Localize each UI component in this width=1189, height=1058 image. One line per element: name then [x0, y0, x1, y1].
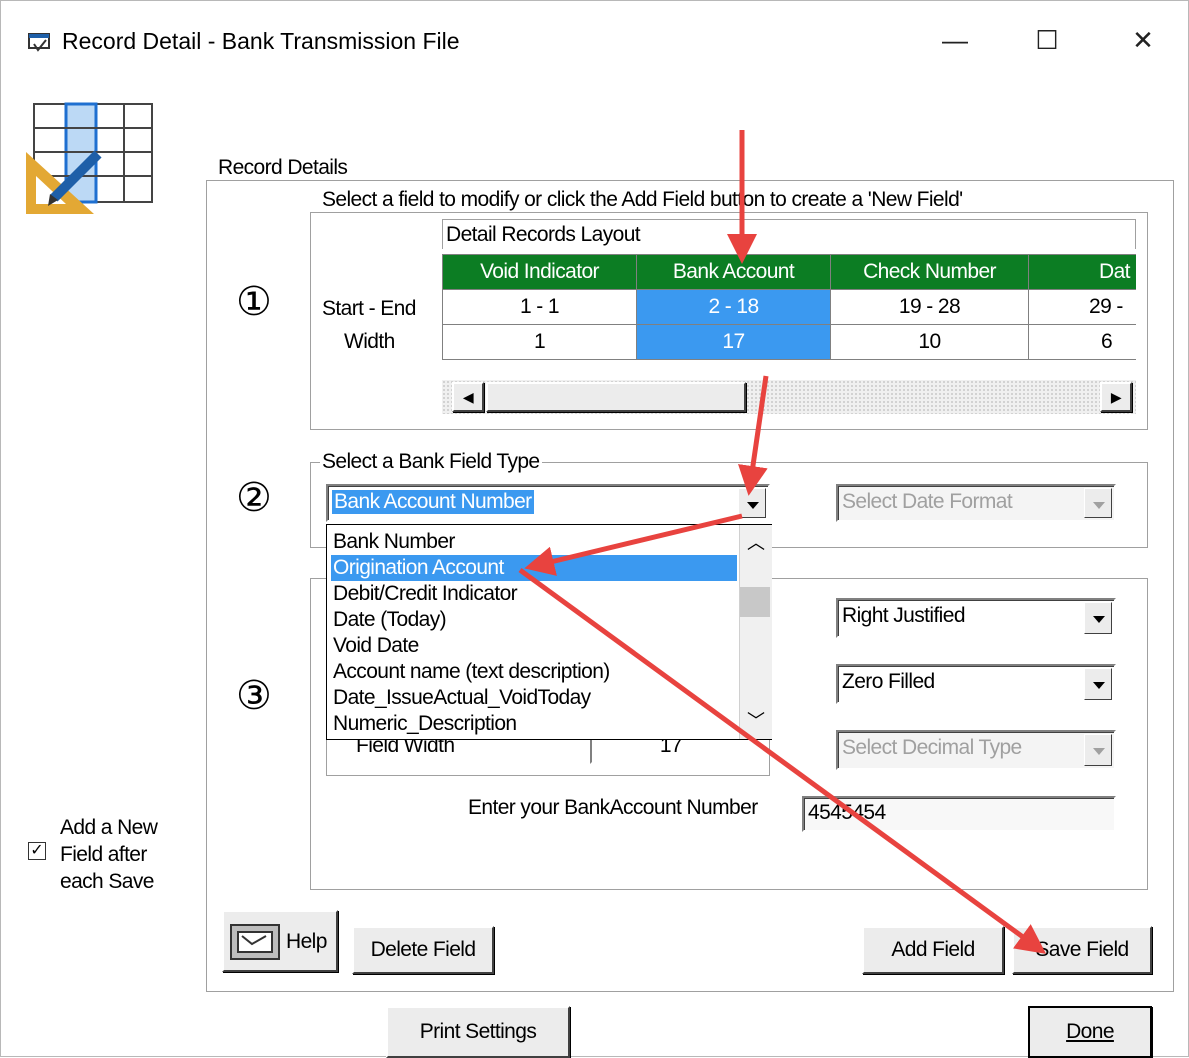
help-label: Help — [286, 930, 327, 953]
bank-field-type-dropdown: Bank Number Origination Account Debit/Cr… — [326, 524, 772, 740]
option-bank-number[interactable]: Bank Number — [331, 529, 737, 555]
dropdown-arrow-icon[interactable] — [1084, 668, 1112, 700]
add-new-field-checkbox[interactable]: ✓ — [28, 842, 46, 860]
record-layout-icon — [26, 102, 153, 214]
cell-start-end[interactable]: 19 - 28 — [830, 289, 1029, 325]
scroll-down-chevron-icon[interactable]: ﹀ — [740, 707, 772, 735]
app-icon — [28, 33, 50, 52]
maximize-button[interactable]: ☐ — [1024, 20, 1070, 60]
justification-select[interactable]: Right Justified — [836, 598, 1116, 638]
done-button[interactable]: Done — [1028, 1006, 1152, 1058]
cell-width[interactable]: 1 — [442, 324, 637, 360]
date-format-select[interactable]: Select Date Format — [836, 484, 1116, 522]
column-header-void-indicator[interactable]: Void Indicator — [442, 254, 637, 290]
column-header-date[interactable]: Dat — [1028, 254, 1136, 290]
date-format-placeholder: Select Date Format — [842, 490, 1013, 513]
dropdown-arrow-icon[interactable] — [1084, 734, 1112, 766]
add-new-field-label-line: Add a New — [60, 816, 158, 839]
layout-grid: Void Indicator Bank Account Check Number… — [442, 254, 1136, 364]
option-void-date[interactable]: Void Date — [331, 633, 737, 659]
account-number-input[interactable]: 4545454 — [802, 796, 1116, 832]
fill-value: Zero Filled — [842, 670, 935, 693]
step-3-marker: ③ — [236, 674, 272, 718]
dropdown-arrow-icon[interactable] — [738, 488, 766, 518]
decimal-type-select[interactable]: Select Decimal Type — [836, 730, 1116, 770]
cell-width[interactable]: 6 — [1028, 324, 1136, 360]
bank-field-type-select[interactable]: Bank Account Number — [326, 484, 770, 522]
scroll-left-arrow-icon[interactable]: ◀ — [452, 382, 484, 412]
dropdown-arrow-icon[interactable] — [1084, 602, 1112, 634]
select-field-legend: Select a field to modify or click the Ad… — [320, 188, 965, 212]
decimal-type-placeholder: Select Decimal Type — [842, 736, 1022, 759]
scroll-up-chevron-icon[interactable]: ︿ — [740, 529, 772, 557]
layout-caption: Detail Records Layout — [446, 223, 641, 246]
record-details-legend: Record Details — [216, 156, 350, 180]
column-header-check-number[interactable]: Check Number — [830, 254, 1029, 290]
add-field-button[interactable]: Add Field — [862, 926, 1004, 974]
window-title: Record Detail - Bank Transmission File — [62, 28, 460, 54]
save-field-button[interactable]: Save Field — [1012, 926, 1152, 974]
print-settings-button[interactable]: Print Settings — [386, 1006, 570, 1058]
cell-start-end-selected[interactable]: 2 - 18 — [636, 289, 831, 325]
dropdown-arrow-icon[interactable] — [1084, 488, 1112, 518]
step-2-marker: ② — [236, 476, 272, 520]
account-number-label: Enter your BankAccount Number — [468, 796, 758, 819]
help-button[interactable]: Help — [222, 910, 338, 972]
scrollbar-thumb[interactable] — [486, 382, 746, 412]
account-number-value: 4545454 — [808, 801, 886, 824]
option-origination-account[interactable]: Origination Account — [331, 555, 737, 581]
add-new-field-label-line: Field after — [60, 843, 147, 866]
option-account-name[interactable]: Account name (text description) — [331, 659, 737, 685]
option-debit-credit-indicator[interactable]: Debit/Credit Indicator — [331, 581, 737, 607]
justification-value: Right Justified — [842, 604, 966, 627]
width-label: Width — [344, 330, 395, 353]
option-date-issueactual-voidtoday[interactable]: Date_IssueActual_VoidToday — [331, 685, 737, 711]
step-1-marker: ① — [236, 280, 272, 324]
add-new-field-label-line: each Save — [60, 870, 154, 893]
minimize-button[interactable]: — — [932, 20, 978, 60]
delete-field-button[interactable]: Delete Field — [352, 926, 494, 974]
dropdown-scrollbar-thumb[interactable] — [740, 587, 770, 617]
bank-field-type-value: Bank Account Number — [332, 490, 534, 514]
cell-width[interactable]: 10 — [830, 324, 1029, 360]
close-button[interactable]: ✕ — [1120, 20, 1166, 60]
cell-width-selected[interactable]: 17 — [636, 324, 831, 360]
option-numeric-description[interactable]: Numeric_Description — [331, 711, 737, 737]
add-new-field-label: Add a New Field after each Save — [60, 814, 158, 895]
option-date-today[interactable]: Date (Today) — [331, 607, 737, 633]
dropdown-scrollbar[interactable]: ︿ ﹀ — [739, 525, 772, 739]
start-end-label: Start - End — [322, 297, 416, 320]
cell-start-end[interactable]: 29 - — [1028, 289, 1136, 325]
bank-field-type-legend: Select a Bank Field Type — [320, 450, 542, 474]
cell-start-end[interactable]: 1 - 1 — [442, 289, 637, 325]
scroll-right-arrow-icon[interactable]: ▶ — [1100, 382, 1132, 412]
fill-select[interactable]: Zero Filled — [836, 664, 1116, 704]
column-header-bank-account[interactable]: Bank Account — [636, 254, 831, 290]
help-book-icon — [230, 924, 280, 960]
